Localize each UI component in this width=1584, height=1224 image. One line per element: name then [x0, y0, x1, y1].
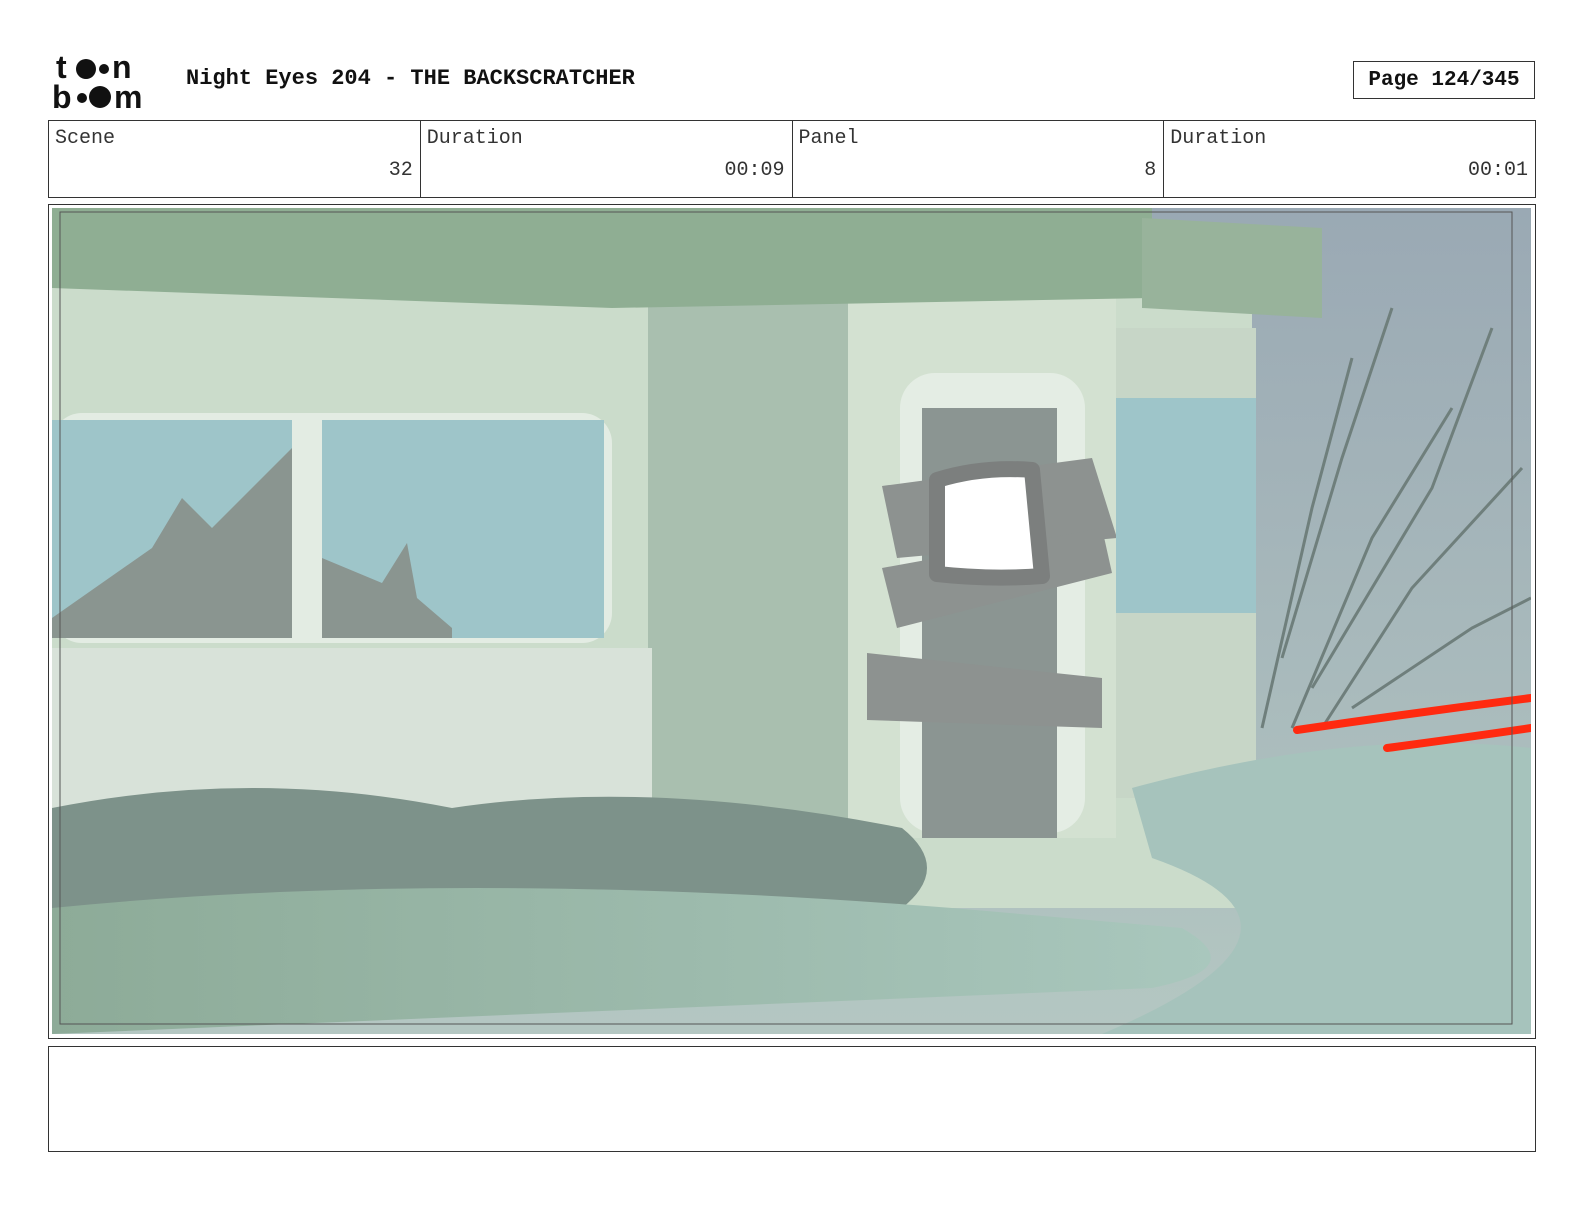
- scene-duration-label: Duration: [426, 127, 523, 150]
- scene-duration-value: 00:09: [724, 159, 785, 182]
- storyboard-panel: [48, 204, 1536, 1039]
- panel-info-row: Scene 32 Duration 00:09 Panel 8 Duration…: [48, 120, 1536, 198]
- panel-artwork: [52, 208, 1531, 1034]
- panel-duration-value: 00:01: [1467, 159, 1528, 182]
- scene-duration-cell: Duration 00:09: [421, 121, 793, 197]
- project-title: Night Eyes 204 - THE BACKSCRATCHER: [186, 66, 635, 91]
- toon-boom-logo: t n b m: [52, 50, 142, 112]
- svg-text:b: b: [52, 79, 72, 112]
- scene-label: Scene: [55, 127, 116, 150]
- panel-value: 8: [1144, 159, 1157, 182]
- scene-value: 32: [388, 159, 413, 182]
- scene-cell: Scene 32: [49, 121, 421, 197]
- svg-text:m: m: [114, 79, 142, 112]
- panel-label: Panel: [798, 127, 859, 150]
- panel-cell: Panel 8: [793, 121, 1165, 197]
- page-indicator: Page 124/345: [1353, 61, 1535, 99]
- panel-notes[interactable]: [48, 1046, 1536, 1152]
- panel-duration-label: Duration: [1170, 127, 1267, 150]
- panel-duration-cell: Duration 00:01: [1164, 121, 1535, 197]
